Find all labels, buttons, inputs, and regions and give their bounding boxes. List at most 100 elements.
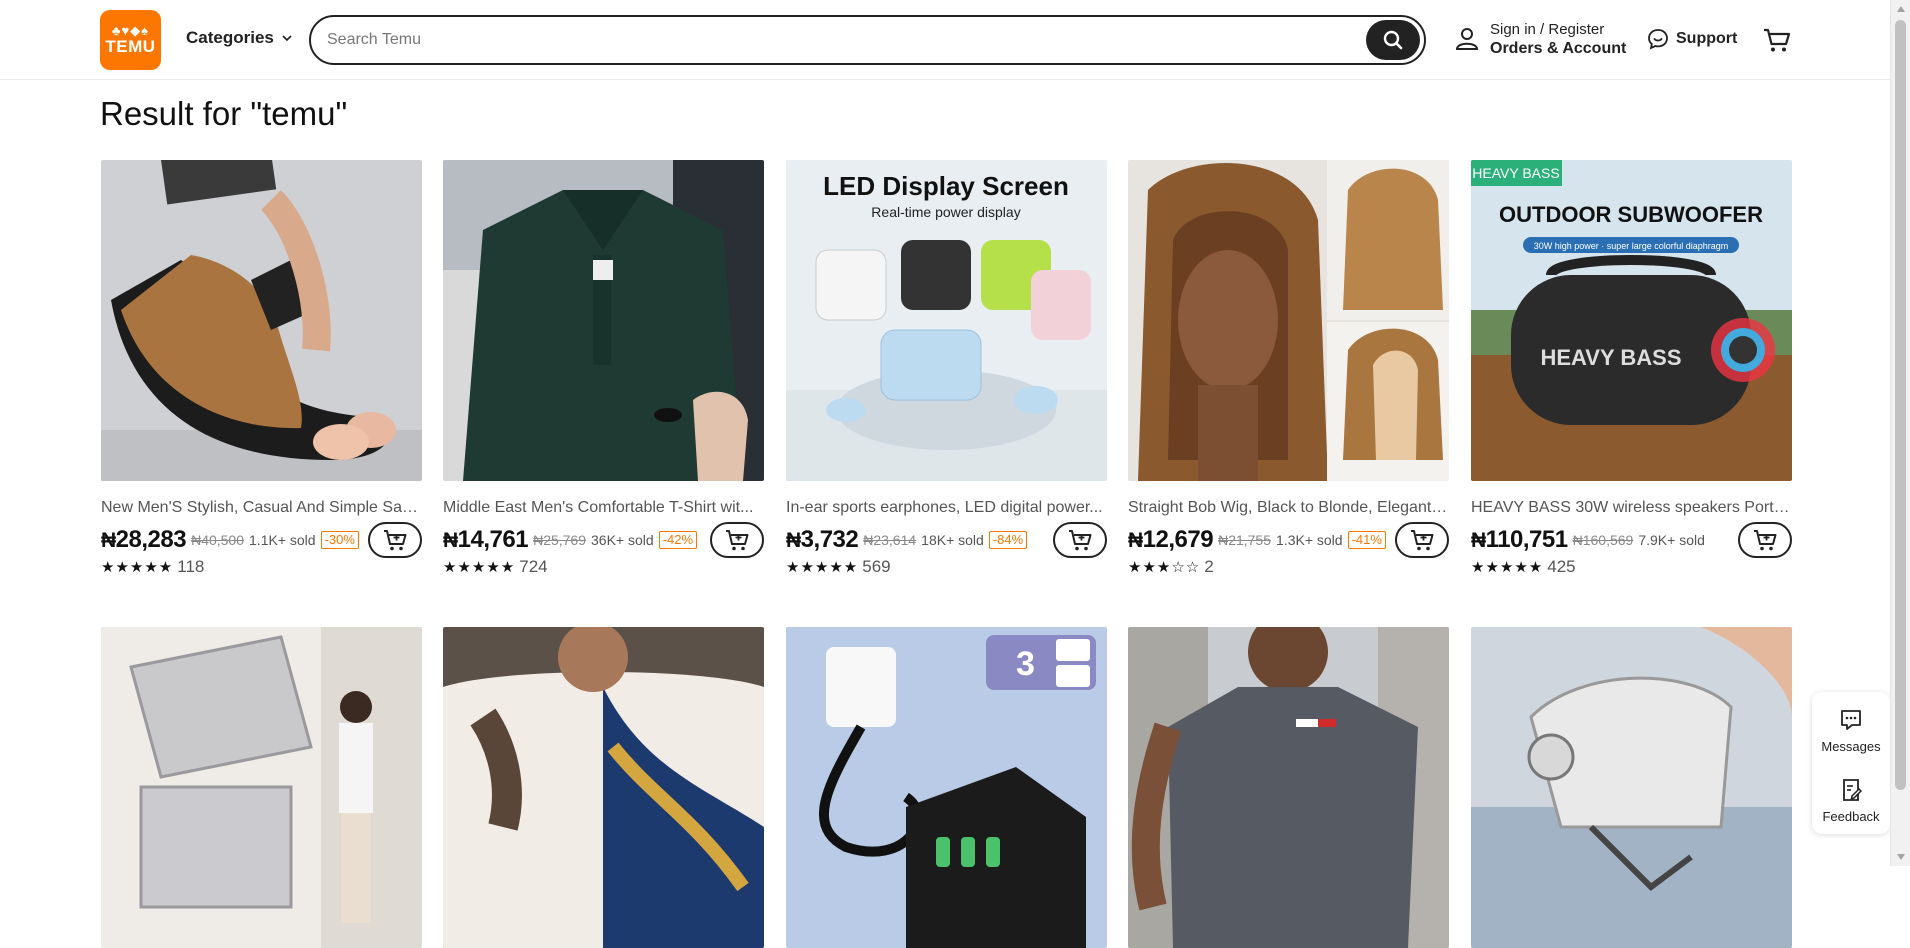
messages-label: Messages	[1821, 738, 1881, 754]
sold-count: 36K+ sold	[591, 532, 654, 548]
sold-count: 18K+ sold	[921, 532, 984, 548]
logo-suits: ♣♥◆♠	[111, 23, 150, 38]
page-scrollbar[interactable]	[1890, 0, 1910, 866]
search-input[interactable]	[327, 25, 1327, 55]
review-count: 2	[1204, 557, 1214, 576]
original-price: ₦21,755	[1218, 532, 1272, 548]
image-subheading: Real-time power display	[871, 204, 1020, 220]
product-image-power-strip[interactable]: 3	[786, 627, 1107, 948]
original-price: ₦40,500	[191, 532, 245, 548]
product-image-wig[interactable]	[1128, 160, 1449, 481]
sold-count: 1.1K+ sold	[249, 532, 316, 548]
product-price: ₦3,732	[786, 526, 859, 553]
product-title[interactable]: Straight Bob Wig, Black to Blonde, Elega…	[1128, 499, 1449, 517]
message-icon	[1841, 709, 1861, 730]
categories-dropdown[interactable]: Categories	[186, 28, 294, 48]
review-count: 569	[862, 557, 891, 576]
product-price: ₦28,283	[101, 526, 187, 553]
search-bar	[309, 15, 1426, 65]
support-chat-icon	[1648, 29, 1668, 50]
original-price: ₦23,614	[863, 532, 917, 548]
review-count: 118	[177, 557, 205, 576]
feedback-icon	[1843, 778, 1863, 801]
cart-icon[interactable]	[1762, 25, 1792, 55]
sold-count: 1.3K+ sold	[1276, 532, 1343, 548]
temu-logo[interactable]: ♣♥◆♠ TEMU	[100, 10, 161, 70]
product-image-sewing-machine[interactable]	[1471, 627, 1792, 948]
product-image-sandal[interactable]	[101, 160, 422, 481]
discount-badge: -30%	[320, 531, 359, 549]
discount-badge: -41%	[1347, 531, 1386, 549]
add-to-cart-icon	[726, 530, 749, 551]
add-to-cart-button[interactable]	[368, 522, 422, 558]
image-subheading: 30W high power · super large colorful di…	[1534, 241, 1729, 251]
image-heading: OUTDOOR SUBWOOFER	[1499, 202, 1763, 227]
search-button[interactable]	[1366, 20, 1420, 60]
search-icon	[1383, 30, 1403, 50]
scroll-up-arrow[interactable]	[1897, 6, 1905, 12]
add-to-cart-icon	[1754, 530, 1777, 551]
product-card[interactable]: HEAVY BASS OUTDOOR SUBWOOFER 30W high po…	[1471, 160, 1792, 577]
product-image-printed-shirt[interactable]	[443, 627, 764, 948]
product-title[interactable]: In-ear sports earphones, LED digital pow…	[786, 499, 1107, 517]
feedback-button[interactable]: Feedback	[1812, 770, 1890, 830]
product-price: ₦12,679	[1128, 526, 1214, 553]
product-card[interactable]: New Men'S Stylish, Casual And Simple San…	[101, 160, 422, 577]
review-count: 724	[519, 557, 548, 576]
sold-count: 7.9K+ sold	[1638, 532, 1705, 548]
logo-text: TEMU	[105, 37, 156, 56]
support-label: Support	[1676, 30, 1738, 47]
star-rating: ★★★★★	[443, 559, 516, 576]
feedback-label: Feedback	[1822, 808, 1880, 824]
product-card[interactable]: LED Display Screen Real-time power displ…	[786, 160, 1107, 577]
scroll-thumb[interactable]	[1895, 20, 1906, 790]
star-rating: ★★★☆☆	[1128, 559, 1201, 576]
messages-button[interactable]: Messages	[1812, 700, 1890, 760]
add-to-cart-button[interactable]	[1053, 522, 1107, 558]
product-image-storage-box[interactable]	[101, 627, 422, 948]
support-link[interactable]: Support	[1646, 27, 1737, 51]
discount-badge: -42%	[658, 531, 698, 549]
orders-account-link[interactable]: Orders & Account	[1490, 39, 1626, 58]
floating-side-panel: Messages Feedback	[1812, 692, 1890, 834]
image-brand-text: HEAVY BASS	[1540, 345, 1681, 370]
add-to-cart-icon	[1411, 530, 1434, 551]
categories-label: Categories	[186, 28, 274, 47]
user-icon	[1455, 28, 1479, 50]
product-card[interactable]: 3	[786, 627, 1107, 948]
add-to-cart-icon	[384, 530, 407, 551]
product-image-polo[interactable]	[443, 160, 764, 481]
account-menu[interactable]: Sign in / Register Orders & Account	[1454, 20, 1626, 58]
product-title[interactable]: Middle East Men's Comfortable T-Shirt wi…	[443, 499, 764, 517]
product-card[interactable]	[1128, 627, 1449, 948]
sign-in-register-link[interactable]: Sign in / Register	[1490, 20, 1626, 39]
image-tag: HEAVY BASS	[1472, 165, 1559, 181]
svg-text:3: 3	[1016, 645, 1035, 683]
product-price: ₦110,751	[1471, 526, 1568, 553]
add-to-cart-button[interactable]	[1738, 522, 1792, 558]
discount-badge: -84%	[988, 531, 1028, 549]
product-image-earphones[interactable]: LED Display Screen Real-time power displ…	[786, 160, 1107, 481]
product-image-speaker[interactable]: HEAVY BASS OUTDOOR SUBWOOFER 30W high po…	[1471, 160, 1792, 481]
top-header: ♣♥◆♠ TEMU Categories Sign in / Register …	[0, 0, 1890, 80]
scroll-down-arrow[interactable]	[1897, 854, 1905, 860]
page-title: Result for "temu"	[100, 95, 348, 132]
product-card[interactable]	[1471, 627, 1792, 948]
product-price: ₦14,761	[443, 526, 529, 553]
product-title[interactable]: HEAVY BASS 30W wireless speakers Portab.…	[1471, 499, 1792, 517]
add-to-cart-icon	[1069, 530, 1092, 551]
add-to-cart-button[interactable]	[1395, 522, 1449, 558]
add-to-cart-button[interactable]	[710, 522, 764, 558]
product-title[interactable]: New Men'S Stylish, Casual And Simple San…	[101, 499, 422, 517]
review-count: 425	[1547, 557, 1576, 576]
product-card[interactable]	[101, 627, 422, 948]
product-card[interactable]: Middle East Men's Comfortable T-Shirt wi…	[443, 160, 764, 577]
original-price: ₦25,769	[533, 532, 587, 548]
image-heading: LED Display Screen	[823, 171, 1069, 201]
star-rating: ★★★★★	[1471, 559, 1544, 576]
product-image-tshirt[interactable]	[1128, 627, 1449, 948]
star-rating: ★★★★★	[101, 559, 174, 576]
product-card[interactable]	[443, 627, 764, 948]
star-rating: ★★★★★	[786, 559, 859, 576]
product-card[interactable]: Straight Bob Wig, Black to Blonde, Elega…	[1128, 160, 1449, 577]
